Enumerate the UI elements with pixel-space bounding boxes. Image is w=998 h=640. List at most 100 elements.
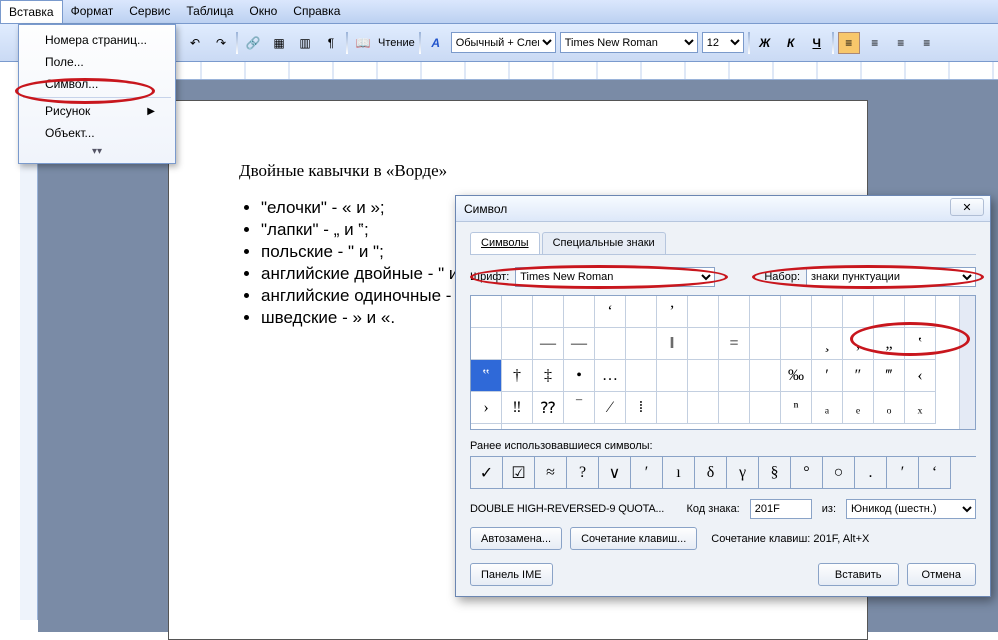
symbol-cell[interactable]: • xyxy=(564,360,595,392)
symbol-cell[interactable]: … xyxy=(595,360,626,392)
symbol-cell[interactable] xyxy=(719,296,750,328)
menu-table[interactable]: Таблица xyxy=(178,0,241,23)
show-marks-icon[interactable]: ¶ xyxy=(320,32,342,54)
recent-cell[interactable]: ? xyxy=(567,457,599,489)
dlg-set-select[interactable]: знаки пунктуации xyxy=(806,267,976,287)
symbol-cell[interactable]: ⁿ xyxy=(781,392,812,424)
symbol-cell[interactable]: ₑ xyxy=(843,392,874,424)
symbol-cell[interactable]: ‰ xyxy=(781,360,812,392)
reading-icon[interactable]: 📖 xyxy=(352,32,374,54)
dd-picture[interactable]: Рисунок▶ xyxy=(19,100,175,122)
symbol-cell[interactable] xyxy=(843,296,874,328)
symbol-cell[interactable]: ₐ xyxy=(812,392,843,424)
symbol-cell[interactable]: ‴ xyxy=(874,360,905,392)
recent-cell[interactable]: ′ xyxy=(887,457,919,489)
menu-service[interactable]: Сервис xyxy=(121,0,178,23)
recent-cell[interactable]: ○ xyxy=(823,457,855,489)
recent-cell[interactable]: ≈ xyxy=(535,457,567,489)
menu-format[interactable]: Формат xyxy=(63,0,122,23)
symbol-cell[interactable]: ‟ xyxy=(471,360,502,392)
symbol-cell[interactable]: ‚ xyxy=(843,328,874,360)
autocorrect-button[interactable]: Автозамена... xyxy=(470,527,562,550)
symbol-cell[interactable]: ‾ xyxy=(564,392,595,424)
recent-cell[interactable]: δ xyxy=(695,457,727,489)
symbol-cell[interactable] xyxy=(781,328,812,360)
symbol-cell[interactable]: = xyxy=(719,328,750,360)
symbol-cell[interactable] xyxy=(502,296,533,328)
insert-button[interactable]: Вставить xyxy=(818,563,899,586)
symbol-cell[interactable] xyxy=(719,392,750,424)
menu-window[interactable]: Окно xyxy=(241,0,285,23)
symbol-cell[interactable] xyxy=(750,296,781,328)
symbol-cell[interactable]: — xyxy=(533,328,564,360)
symbol-cell[interactable] xyxy=(874,296,905,328)
symbol-cell[interactable]: ’ xyxy=(657,296,688,328)
font-color-preview-icon[interactable]: A xyxy=(425,32,447,54)
grid-scrollbar[interactable] xyxy=(959,296,975,429)
tab-special[interactable]: Специальные знаки xyxy=(542,232,666,254)
recent-cell[interactable]: ′ xyxy=(631,457,663,489)
symbol-cell[interactable]: ⁇ xyxy=(533,392,564,424)
symbol-cell[interactable]: ″ xyxy=(843,360,874,392)
symbol-cell[interactable] xyxy=(471,424,502,430)
symbol-cell[interactable]: ⁞ xyxy=(626,392,657,424)
symbol-cell[interactable] xyxy=(471,296,502,328)
symbol-cell[interactable]: „ xyxy=(874,328,905,360)
symbol-cell[interactable]: ǁ xyxy=(657,328,688,360)
italic-button[interactable]: К xyxy=(780,32,802,54)
undo-icon[interactable]: ↶ xyxy=(184,32,206,54)
dd-field[interactable]: Поле... xyxy=(19,51,175,73)
fontsize-select[interactable]: 12 xyxy=(702,32,744,53)
close-button[interactable]: ✕ xyxy=(950,198,984,216)
underline-button[interactable]: Ч xyxy=(806,32,828,54)
align-right-icon[interactable]: ≡ xyxy=(890,32,912,54)
symbol-cell[interactable]: ‘ xyxy=(595,296,626,328)
symbol-cell[interactable] xyxy=(626,296,657,328)
tab-symbols[interactable]: Символы xyxy=(470,232,540,254)
cancel-button[interactable]: Отмена xyxy=(907,563,976,586)
symbol-cell[interactable]: ₓ xyxy=(905,392,936,424)
menu-insert[interactable]: Вставка xyxy=(0,0,63,23)
align-justify-icon[interactable]: ≡ xyxy=(916,32,938,54)
dd-expand[interactable]: ▾▾ xyxy=(19,144,175,159)
align-center-icon[interactable]: ≡ xyxy=(864,32,886,54)
link-icon[interactable]: 🔗 xyxy=(242,32,264,54)
symbol-cell[interactable]: † xyxy=(502,360,533,392)
dd-object[interactable]: Объект... xyxy=(19,122,175,144)
symbol-cell[interactable] xyxy=(750,392,781,424)
symbol-cell[interactable] xyxy=(688,296,719,328)
symbol-cell[interactable]: ‛ xyxy=(905,328,936,360)
symbol-cell[interactable] xyxy=(564,296,595,328)
symbol-cell[interactable] xyxy=(471,328,502,360)
font-select[interactable]: Times New Roman xyxy=(560,32,698,53)
symbol-cell[interactable] xyxy=(688,328,719,360)
align-left-icon[interactable]: ≡ xyxy=(838,32,860,54)
symbol-cell[interactable] xyxy=(719,360,750,392)
symbol-cell[interactable] xyxy=(750,360,781,392)
symbol-cell[interactable]: ‹ xyxy=(905,360,936,392)
recent-cell[interactable]: ∨ xyxy=(599,457,631,489)
symbol-cell[interactable] xyxy=(657,360,688,392)
symbol-cell[interactable]: ′ xyxy=(812,360,843,392)
recent-cell[interactable]: . xyxy=(855,457,887,489)
symbol-cell[interactable] xyxy=(626,328,657,360)
symbol-cell[interactable]: ‡ xyxy=(533,360,564,392)
recent-cell[interactable]: ☑ xyxy=(503,457,535,489)
symbol-cell[interactable] xyxy=(688,392,719,424)
menu-help[interactable]: Справка xyxy=(285,0,348,23)
dd-page-numbers[interactable]: Номера страниц... xyxy=(19,29,175,51)
shortcut-button[interactable]: Сочетание клавиш... xyxy=(570,527,697,550)
tables-icon[interactable]: ▦ xyxy=(268,32,290,54)
recent-cell[interactable]: ı xyxy=(663,457,695,489)
symbol-cell[interactable] xyxy=(781,296,812,328)
symbol-cell[interactable]: ⁄ xyxy=(595,392,626,424)
symbol-cell[interactable] xyxy=(533,296,564,328)
insert-table-icon[interactable]: ▥ xyxy=(294,32,316,54)
dlg-font-select[interactable]: Times New Roman xyxy=(515,267,715,287)
style-select[interactable]: Обычный + Слева xyxy=(451,32,556,53)
symbol-cell[interactable]: › xyxy=(471,392,502,424)
symbol-cell[interactable] xyxy=(688,360,719,392)
recent-cell[interactable]: ‘ xyxy=(919,457,951,489)
symbol-cell[interactable] xyxy=(595,328,626,360)
bold-button[interactable]: Ж xyxy=(754,32,776,54)
